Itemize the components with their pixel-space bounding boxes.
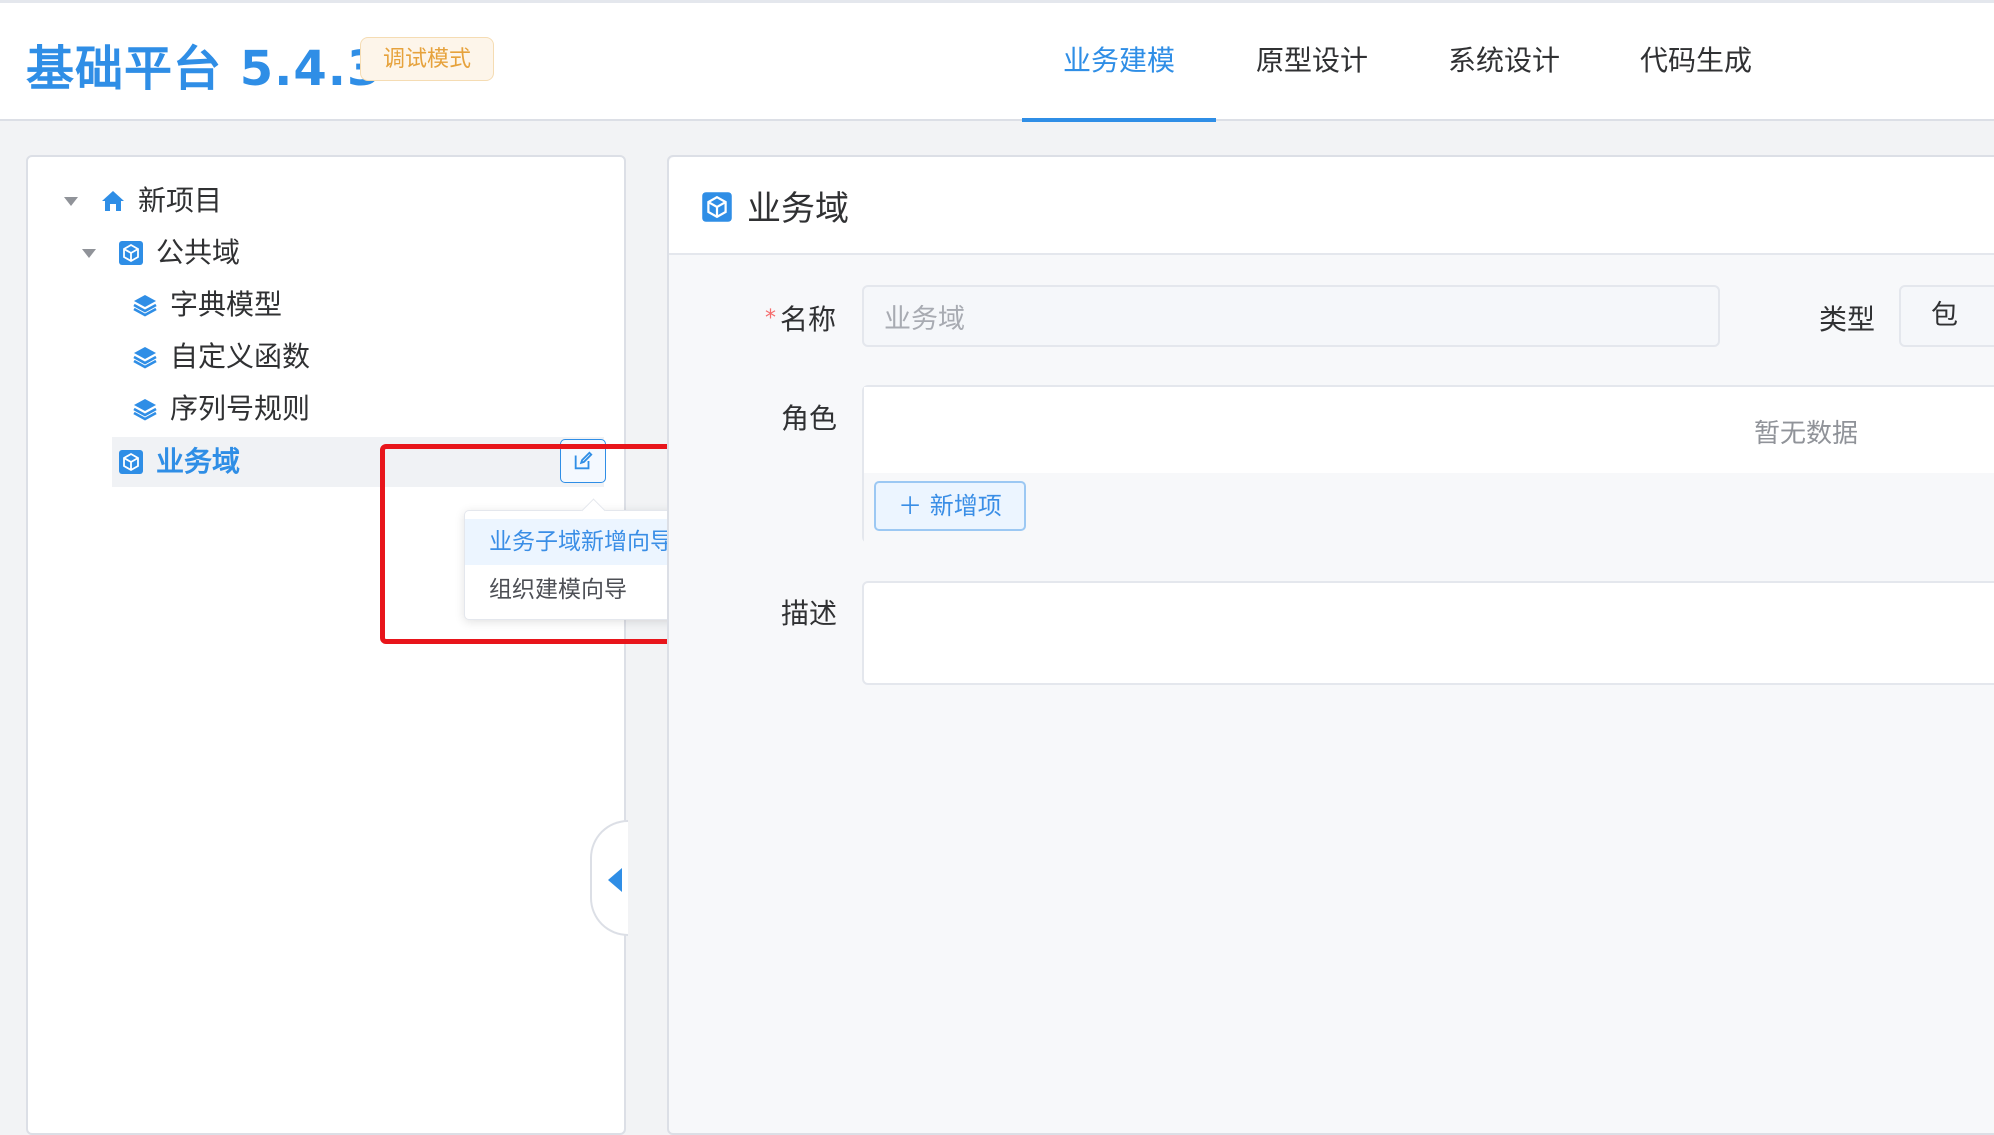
type-select[interactable]: 包 bbox=[1899, 285, 1994, 347]
role-table: 暂无数据 ＋ 新增项 bbox=[862, 385, 1994, 543]
tree-node-dictionary-model[interactable]: 字典模型 bbox=[132, 281, 492, 329]
description-label: 描述 bbox=[781, 597, 838, 630]
tab-business-modeling[interactable]: 业务建模 bbox=[1022, 6, 1216, 122]
home-icon bbox=[102, 191, 124, 211]
tree-node-business-domain[interactable]: 业务域 bbox=[112, 438, 412, 486]
role-add-area: ＋ 新增项 bbox=[864, 473, 1994, 543]
domain-cube-icon bbox=[119, 450, 143, 474]
collapse-arrow-icon bbox=[608, 868, 622, 892]
name-label: * 名称 bbox=[765, 298, 836, 338]
layers-icon bbox=[133, 347, 157, 369]
app-title: 基础平台 5.4.3 bbox=[26, 41, 382, 97]
tree-node-label: 字典模型 bbox=[170, 288, 283, 321]
add-item-button[interactable]: ＋ 新增项 bbox=[874, 481, 1026, 531]
tree-node-label: 公共域 bbox=[156, 236, 241, 269]
project-tree-panel: 新项目 公共域 字典模型 自定义函数 序列号规则 业务域 业务子域新增向导 组织… bbox=[26, 155, 706, 1135]
tab-code-generation[interactable]: 代码生成 bbox=[1600, 6, 1792, 122]
required-mark: * bbox=[765, 306, 776, 331]
expand-caret-icon[interactable] bbox=[64, 197, 78, 206]
role-empty-area: 暂无数据 bbox=[864, 387, 1994, 475]
tree-node-label: 新项目 bbox=[138, 184, 223, 217]
detail-panel-header: 业务域 bbox=[669, 157, 1994, 255]
edit-button[interactable] bbox=[560, 439, 606, 483]
type-label: 类型 bbox=[1819, 303, 1876, 336]
domain-cube-icon bbox=[119, 241, 143, 265]
app-header: 基础平台 5.4.3 调试模式 业务建模 原型设计 系统设计 代码生成 bbox=[0, 3, 1994, 122]
name-input[interactable] bbox=[862, 285, 1720, 347]
collapse-panel-handle[interactable] bbox=[590, 820, 628, 936]
layers-icon bbox=[133, 399, 157, 421]
role-label: 角色 bbox=[781, 402, 838, 435]
debug-mode-badge: 调试模式 bbox=[360, 37, 494, 81]
domain-cube-icon bbox=[702, 192, 732, 222]
tree-node-label: 业务域 bbox=[156, 445, 241, 478]
tree-node-serial-number-rule[interactable]: 序列号规则 bbox=[132, 385, 492, 433]
detail-panel: 业务域 *名称 类型 包 角色 暂无数据 ＋ 新增项 描述 bbox=[667, 155, 1994, 1135]
name-label-text: 名称 bbox=[780, 303, 837, 336]
tree-node-public-domain[interactable]: 公共域 bbox=[76, 229, 476, 277]
layers-icon bbox=[133, 295, 157, 317]
edit-icon bbox=[574, 451, 593, 470]
tree-node-label: 自定义函数 bbox=[170, 340, 311, 373]
tree-node-custom-function[interactable]: 自定义函数 bbox=[132, 333, 492, 381]
description-textarea[interactable] bbox=[862, 581, 1994, 685]
detail-title: 业务域 bbox=[747, 189, 849, 229]
tab-prototype-design[interactable]: 原型设计 bbox=[1216, 6, 1408, 122]
tree-node-label: 序列号规则 bbox=[170, 392, 311, 425]
tree-node-new-project[interactable]: 新项目 bbox=[58, 177, 458, 225]
empty-data-text: 暂无数据 bbox=[1754, 419, 1859, 449]
expand-caret-icon[interactable] bbox=[82, 249, 96, 258]
tab-system-design[interactable]: 系统设计 bbox=[1408, 6, 1600, 122]
